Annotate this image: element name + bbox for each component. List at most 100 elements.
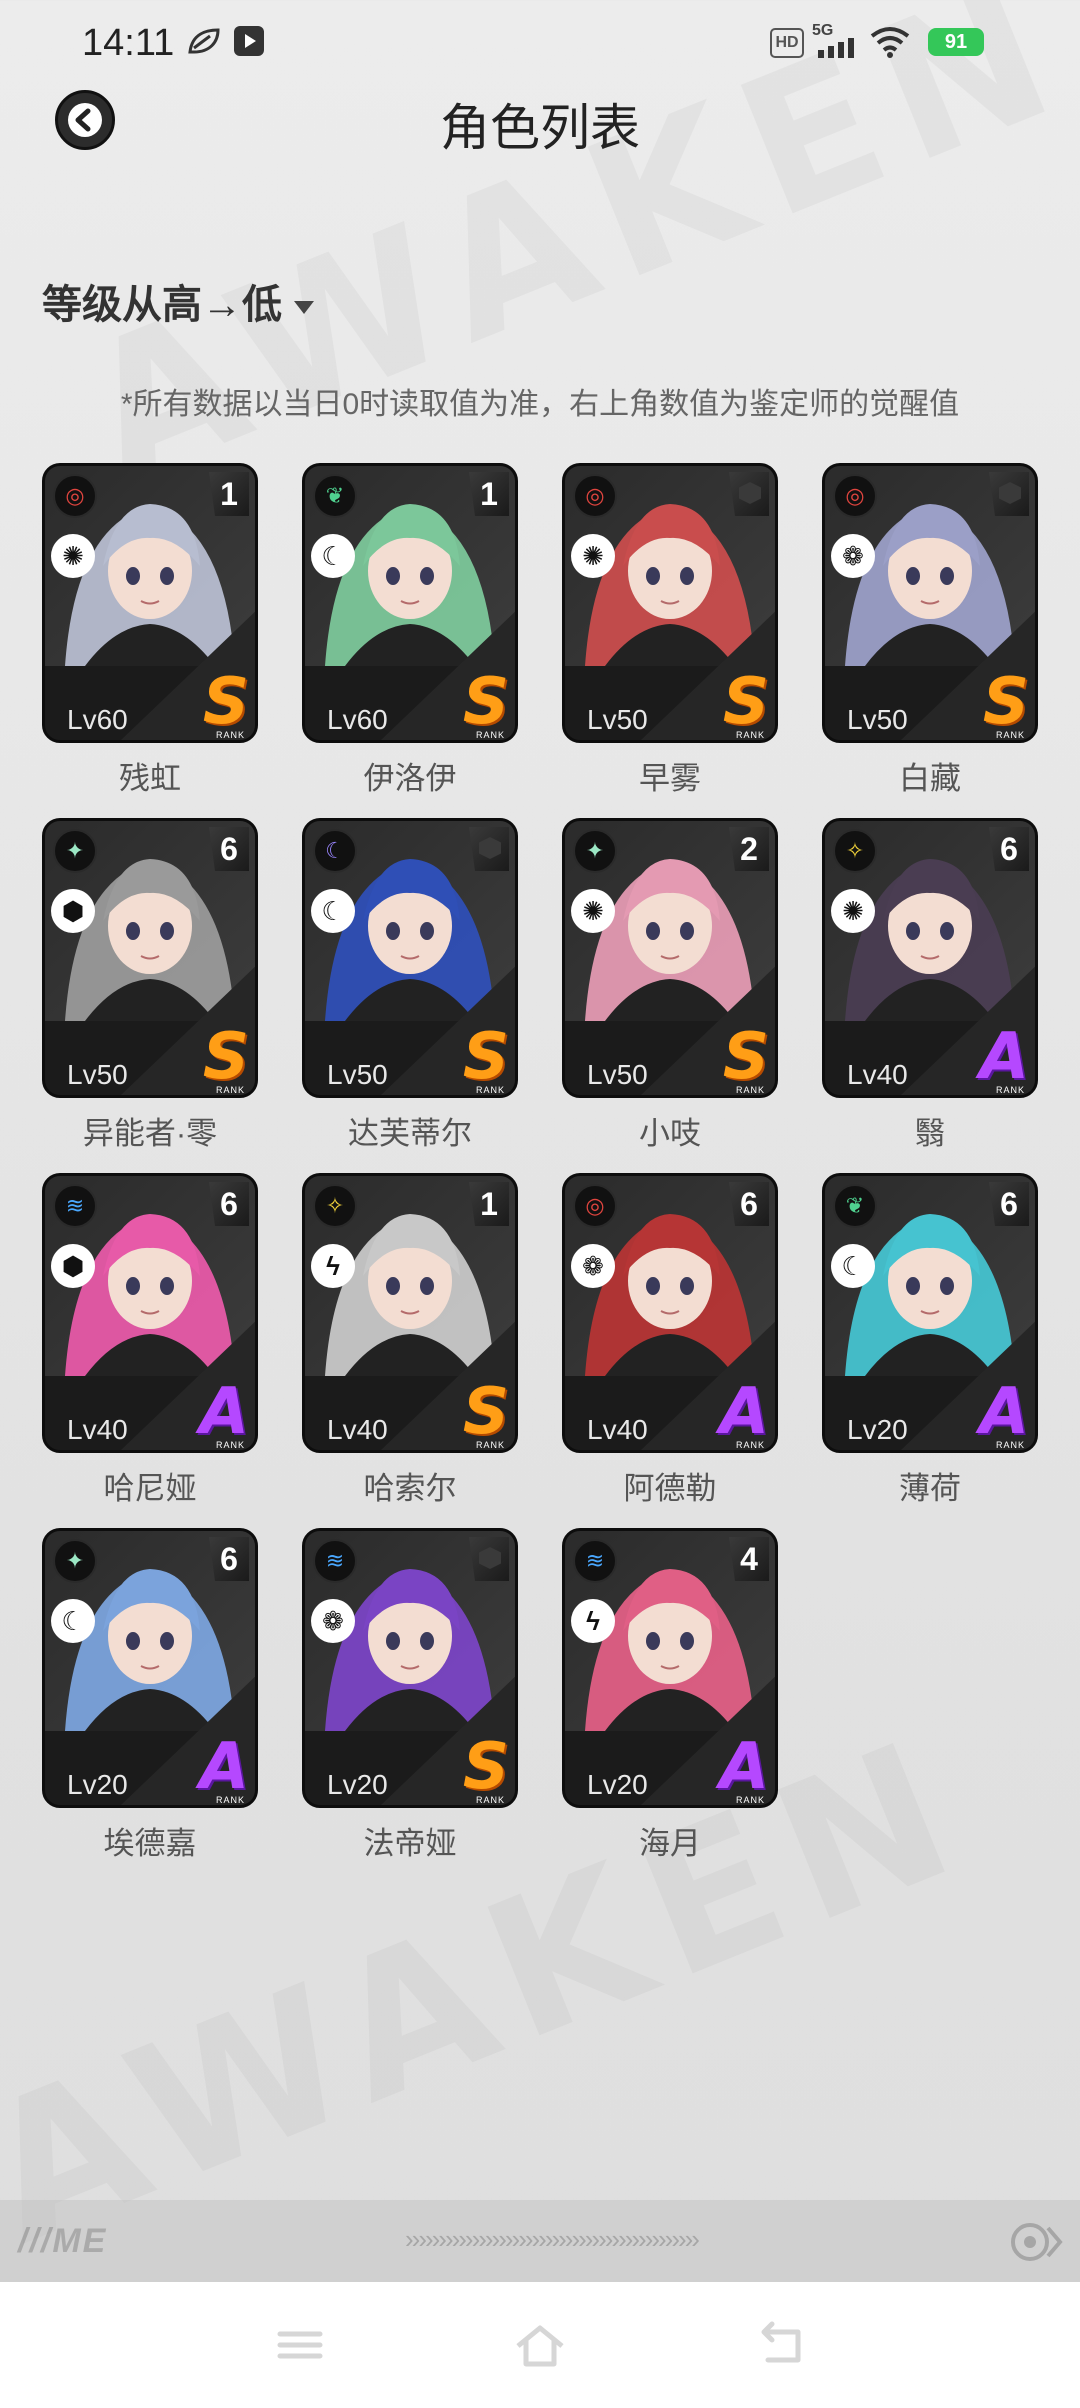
attribute-icon: ✧ [833,829,877,873]
role-icon: ☾ [311,534,355,578]
rank-caption: RANK [735,1085,765,1095]
character-name: 残虹 [119,761,181,796]
character-card-frame: ✦ 2 ✺ Lv50 S RANK [562,818,778,1098]
rank-badge: S [982,665,1029,739]
status-time: 14:11 [82,22,175,64]
character-card[interactable]: ✦ 2 ✺ Lv50 S RANK 小吱 [562,818,778,1153]
role-icon: ☾ [51,1599,95,1643]
character-card[interactable]: ◎ 1 ✺ Lv60 S RANK 残虹 [42,463,258,798]
attribute-icon: ≋ [313,1539,357,1583]
character-name: 达芙蒂尔 [348,1116,472,1151]
rank-caption: RANK [995,1440,1025,1450]
character-name: 哈索尔 [363,1471,457,1506]
character-card-frame: ✦ 6 ⬢ Lv50 S RANK [42,818,258,1098]
character-card[interactable]: ◎ ✺ Lv50 S RANK 早雾 [562,463,778,798]
role-icon: ❁ [571,1244,615,1288]
awakening-value: 1 [469,1182,509,1226]
rank-caption: RANK [475,1440,505,1450]
role-icon: ϟ [571,1599,615,1643]
rank-badge: S [462,1730,509,1804]
attribute-icon: ✧ [313,1184,357,1228]
character-card-frame: ✧ 1 ϟ Lv40 S RANK [302,1173,518,1453]
menu-icon[interactable] [270,2320,330,2370]
attribute-icon: ◎ [573,1184,617,1228]
rank-caption: RANK [735,730,765,740]
character-name: 白藏 [899,761,961,796]
character-level: Lv50 [587,1059,648,1090]
role-icon: ❁ [311,1599,355,1643]
rank-badge: S [202,665,249,739]
awakening-value: 6 [209,827,249,871]
rank-caption: RANK [735,1795,765,1805]
awakening-value [469,1537,509,1581]
character-card[interactable]: ≋ ❁ Lv20 S RANK 法帝娅 [302,1528,518,1863]
character-name: 伊洛伊 [363,761,457,796]
awakening-value: 1 [209,472,249,516]
character-card[interactable]: ≋ 6 ⬢ Lv40 A RANK 哈尼娅 [42,1173,258,1508]
leaf-notification-icon [188,28,220,54]
attribute-icon: ❦ [833,1184,877,1228]
character-level: Lv40 [587,1414,648,1445]
role-icon: ✺ [571,534,615,578]
rank-badge: S [722,1020,769,1094]
rank-badge: S [462,1020,509,1094]
home-icon[interactable] [510,2320,570,2370]
character-card-frame: ◎ ❁ Lv50 S RANK [822,463,1038,743]
rank-badge: A [719,1375,769,1449]
sort-dropdown[interactable]: 等级从高→低 [42,272,314,330]
character-card-frame: ≋ 4 ϟ Lv20 A RANK [562,1528,778,1808]
role-icon: ⬢ [51,1244,95,1288]
character-card[interactable]: ☾ ☾ Lv50 S RANK 达芙蒂尔 [302,818,518,1153]
character-level: Lv40 [847,1059,908,1090]
battery-indicator: 91 [928,28,984,56]
character-card-frame: ◎ ✺ Lv50 S RANK [562,463,778,743]
awakening-value: 2 [729,827,769,871]
battery-level: 91 [944,31,968,53]
character-level: Lv60 [327,704,388,735]
back-nav-icon[interactable] [750,2320,810,2370]
rank-badge: A [979,1020,1029,1094]
character-card[interactable]: ◎ 6 ❁ Lv40 A RANK 阿德勒 [562,1173,778,1508]
character-card-frame: ◎ 6 ❁ Lv40 A RANK [562,1173,778,1453]
character-level: Lv40 [67,1414,128,1445]
character-name: 薄荷 [899,1471,961,1506]
character-name: 法帝娅 [363,1826,457,1861]
role-icon: ☾ [831,1244,875,1288]
awakening-value [469,827,509,871]
header-bar: 角色列表 [0,84,1080,234]
character-level: Lv20 [327,1769,388,1800]
disc-logo-icon [1011,2223,1063,2261]
character-card[interactable]: ✧ 1 ϟ Lv40 S RANK 哈索尔 [302,1173,518,1508]
attribute-icon: ◎ [833,474,877,518]
arrow-decoration-icon: ››››››››››››››››››››››››››››››››››››››››… [405,2224,700,2254]
attribute-icon: ✦ [53,1539,97,1583]
sort-label: 等级从高→低 [42,283,282,327]
attribute-icon: ❦ [313,474,357,518]
signal-icon [818,38,854,58]
character-card[interactable]: ≋ 4 ϟ Lv20 A RANK 海月 [562,1528,778,1863]
character-card[interactable]: ❦ 6 ☾ Lv20 A RANK 薄荷 [822,1173,1038,1508]
status-bar: 14:11 HD 5G 91 [0,0,1080,84]
character-card-frame: ✧ 6 ✺ Lv40 A RANK [822,818,1038,1098]
attribute-icon: ≋ [573,1539,617,1583]
awakening-value: 1 [469,472,509,516]
character-card[interactable]: ✦ 6 ⬢ Lv50 S RANK 异能者·零 [42,818,258,1153]
character-name: 翳 [914,1116,946,1151]
attribute-icon: ☾ [313,829,357,873]
rank-caption: RANK [215,1085,245,1095]
character-card[interactable]: ◎ ❁ Lv50 S RANK 白藏 [822,463,1038,798]
character-card-frame: ≋ ❁ Lv20 S RANK [302,1528,518,1808]
character-card[interactable]: ❦ 1 ☾ Lv60 S RANK 伊洛伊 [302,463,518,798]
rank-caption: RANK [995,1085,1025,1095]
character-card-frame: ◎ 1 ✺ Lv60 S RANK [42,463,258,743]
awakening-value [989,472,1029,516]
attribute-icon: ◎ [573,474,617,518]
character-level: Lv50 [327,1059,388,1090]
character-card[interactable]: ✧ 6 ✺ Lv40 A RANK 翳 [822,818,1038,1153]
character-name: 埃德嘉 [103,1826,197,1861]
character-level: Lv20 [587,1769,648,1800]
character-card[interactable]: ✦ 6 ☾ Lv20 A RANK 埃德嘉 [42,1528,258,1863]
rank-badge: S [462,665,509,739]
character-name: 早雾 [639,761,701,796]
attribute-icon: ✦ [573,829,617,873]
